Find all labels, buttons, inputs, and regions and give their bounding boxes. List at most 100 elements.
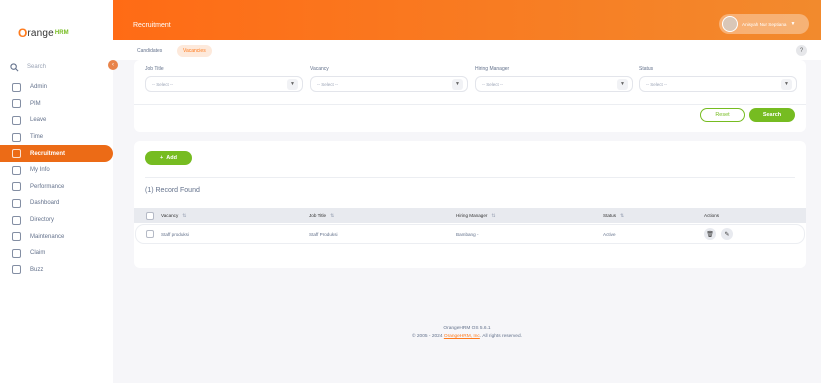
vacancy-results-card: + Add (1) Record Found Vacancy ⇅ Job Title… — [134, 141, 806, 268]
orangehrm-logo[interactable]: O range HRM — [18, 24, 69, 42]
sidebar-item-leave[interactable]: Leave — [0, 112, 113, 129]
chevron-down-icon: ▼ — [790, 21, 796, 27]
column-label: Hiring Manager — [456, 213, 488, 218]
delete-button[interactable]: 🗑 — [704, 228, 716, 240]
record-count: (1) Record Found — [145, 187, 200, 194]
sidebar-item-buzz[interactable]: Buzz — [0, 262, 113, 279]
leave-icon — [12, 115, 21, 125]
buzz-icon — [12, 265, 21, 275]
column-header-hiring-manager[interactable]: Hiring Manager ⇅ — [456, 213, 496, 219]
sidebar-item-claim[interactable]: Claim — [0, 245, 113, 262]
sort-icon[interactable]: ⇅ — [182, 213, 186, 219]
hiring-manager-select[interactable]: -- Select -- ▼ — [475, 76, 633, 92]
cell-vacancy: Staff produksi — [161, 231, 190, 237]
cell-job-title: Staff Produksi — [309, 231, 338, 237]
footer-copyright: © 2005 - 2024 OrangeHRM, Inc. All rights… — [113, 334, 821, 339]
status-filter: Status -- Select -- ▼ — [639, 66, 797, 92]
vacancy-label: Vacancy — [310, 66, 329, 72]
add-vacancy-button[interactable]: + Add — [145, 151, 192, 165]
pim-icon — [12, 99, 21, 109]
column-header-vacancy[interactable]: Vacancy ⇅ — [161, 213, 186, 219]
chevron-down-icon: ▼ — [781, 78, 792, 90]
column-header-actions: Actions — [704, 213, 719, 218]
sort-icon[interactable]: ⇅ — [491, 213, 495, 219]
avatar — [722, 16, 738, 32]
sidebar-item-pim[interactable]: PIM — [0, 96, 113, 113]
vacancy-select[interactable]: -- Select -- ▼ — [310, 76, 468, 92]
tab-candidates[interactable]: Candidates — [131, 45, 168, 57]
sidebar-item-label: Admin — [30, 84, 48, 91]
status-label: Status — [639, 66, 654, 72]
page-title: Recruitment — [133, 22, 171, 29]
vacancy-value: -- Select -- — [317, 81, 339, 87]
hiring-manager-label: Hiring Manager — [475, 66, 510, 72]
search-button[interactable]: Search — [749, 108, 795, 122]
sidebar-search-input[interactable]: Search — [27, 64, 46, 70]
copyright-prefix: © 2005 - 2024 — [412, 334, 443, 339]
sidebar-search[interactable]: Search — [10, 59, 106, 75]
vacancy-filter: Vacancy -- Select -- ▼ — [310, 66, 468, 92]
sidebar-item-dashboard[interactable]: Dashboard — [0, 195, 113, 212]
sidebar-item-admin[interactable]: Admin — [0, 79, 113, 96]
job-title-filter: Job Title -- Select -- ▼ — [145, 66, 303, 92]
add-label: Add — [166, 155, 177, 161]
logo-text: range — [27, 27, 54, 39]
chevron-down-icon: ▼ — [452, 78, 463, 90]
sort-icon[interactable]: ⇅ — [620, 213, 624, 219]
user-name: Anisyah Nur Septiana — [742, 21, 787, 27]
copyright-suffix: . All rights reserved. — [479, 334, 522, 339]
vacancy-filter-card: Job Title -- Select -- ▼ Vacancy -- Selec… — [134, 60, 806, 132]
select-all-checkbox[interactable] — [146, 211, 154, 220]
job-title-value: -- Select -- — [152, 81, 174, 87]
sort-icon[interactable]: ⇅ — [330, 213, 334, 219]
sidebar-item-label: My Info — [30, 167, 50, 174]
topbar: Recruitment Anisyah Nur Septiana ▼ — [113, 0, 821, 40]
trash-icon: 🗑 — [706, 231, 714, 238]
sidebar-item-label: Time — [30, 134, 44, 141]
help-icon[interactable]: ? — [796, 45, 807, 56]
column-label: Job Title — [309, 213, 327, 218]
sidebar-item-label: Dashboard — [30, 200, 60, 207]
edit-button[interactable]: ✎ — [721, 228, 733, 240]
maintenance-icon — [12, 232, 21, 242]
sidebar-item-label: Performance — [30, 183, 65, 190]
column-label: Actions — [704, 213, 720, 218]
recruitment-icon — [12, 149, 21, 159]
myinfo-icon — [12, 165, 21, 175]
claim-icon — [12, 248, 21, 258]
search-icon — [10, 62, 19, 71]
row-checkbox[interactable] — [146, 230, 154, 238]
logo-hrm: HRM — [54, 30, 69, 36]
status-value: -- Select -- — [646, 81, 668, 87]
job-title-select[interactable]: -- Select -- ▼ — [145, 76, 303, 92]
hiring-manager-value: -- Select -- — [482, 81, 504, 87]
user-dropdown[interactable]: Anisyah Nur Septiana ▼ — [719, 14, 809, 34]
sidebar-item-label: Maintenance — [30, 233, 65, 240]
plus-icon: + — [160, 155, 164, 161]
sidebar-item-label: Directory — [30, 217, 55, 224]
sub-navigation: Candidates Vacancies ? — [113, 40, 821, 60]
sidebar-item-performance[interactable]: Performance — [0, 179, 113, 196]
divider — [145, 177, 795, 178]
sidebar-item-recruitment[interactable]: Recruitment — [0, 145, 113, 162]
sidebar-collapse-button[interactable]: ‹ — [108, 60, 118, 70]
logo-mark: O — [18, 26, 28, 40]
sidebar-item-label: Recruitment — [30, 150, 66, 157]
sidebar-item-label: Leave — [30, 117, 47, 124]
tab-vacancies[interactable]: Vacancies — [177, 45, 212, 57]
reset-button[interactable]: Reset — [700, 108, 745, 122]
sidebar-item-directory[interactable]: Directory — [0, 212, 113, 229]
divider — [134, 104, 806, 105]
status-select[interactable]: -- Select -- ▼ — [639, 76, 797, 92]
hiring-manager-filter: Hiring Manager -- Select -- ▼ — [475, 66, 633, 92]
company-link[interactable]: OrangeHRM, Inc — [444, 334, 480, 339]
column-header-job-title[interactable]: Job Title ⇅ — [309, 213, 334, 219]
column-header-status[interactable]: Status ⇅ — [603, 213, 624, 219]
sidebar-item-myinfo[interactable]: My Info — [0, 162, 113, 179]
sidebar-item-maintenance[interactable]: Maintenance — [0, 228, 113, 245]
sidebar-item-time[interactable]: Time — [0, 129, 113, 146]
time-icon — [12, 132, 21, 142]
dashboard-icon — [12, 198, 21, 208]
sidebar-item-label: Buzz — [30, 266, 44, 273]
table-row[interactable]: Staff produksi Staff Produksi Bambang - … — [136, 225, 804, 243]
